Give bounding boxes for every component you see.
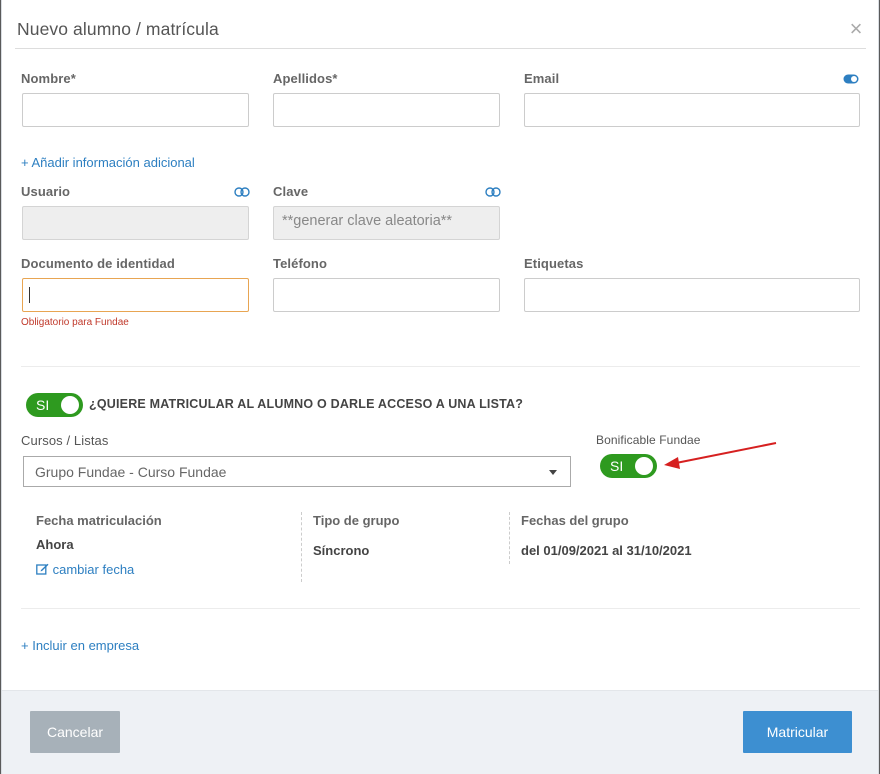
column-divider xyxy=(509,512,510,564)
clave-label: Clave xyxy=(273,184,309,199)
email-label: Email xyxy=(524,71,560,86)
nombre-label: Nombre* xyxy=(21,71,76,86)
apellidos-input[interactable] xyxy=(273,93,500,127)
telefono-input[interactable] xyxy=(273,278,500,312)
apellidos-label: Apellidos* xyxy=(273,71,338,86)
clave-placeholder: **generar clave aleatoria** xyxy=(282,213,453,229)
link-icon[interactable] xyxy=(485,187,501,197)
bonificable-toggle-label: SI xyxy=(610,458,624,474)
red-arrow-icon xyxy=(664,442,777,469)
section-divider xyxy=(21,366,860,367)
fechas-grupo-label: Fechas del grupo xyxy=(521,513,629,528)
documento-input[interactable] xyxy=(22,278,249,312)
incluir-empresa-link[interactable]: + Incluir en empresa xyxy=(21,638,139,653)
fecha-matriculacion-label: Fecha matriculación xyxy=(36,513,162,528)
cursos-select[interactable]: Grupo Fundae - Curso Fundae xyxy=(23,456,571,487)
etiquetas-input[interactable] xyxy=(524,278,860,312)
enroll-toggle[interactable]: SI xyxy=(26,393,83,417)
etiquetas-label: Etiquetas xyxy=(524,256,584,271)
documento-label: Documento de identidad xyxy=(21,256,175,271)
section-divider xyxy=(21,608,860,609)
edit-icon xyxy=(36,563,49,575)
column-divider xyxy=(301,512,302,582)
header-divider xyxy=(15,48,866,49)
enroll-toggle-label: SI xyxy=(36,397,50,413)
cambiar-fecha-link[interactable]: cambiar fecha xyxy=(36,562,134,577)
dialog-header: Nuevo alumno / matrícula × xyxy=(2,0,878,50)
close-icon[interactable]: × xyxy=(845,18,867,40)
toggle-knob xyxy=(635,457,653,475)
usuario-label: Usuario xyxy=(21,184,71,199)
dialog-footer: Cancelar Matricular xyxy=(2,690,878,774)
add-info-link[interactable]: + Añadir información adicional xyxy=(21,155,195,170)
dialog-title: Nuevo alumno / matrícula xyxy=(17,19,219,39)
clave-input[interactable]: **generar clave aleatoria** xyxy=(273,206,500,240)
cancel-button[interactable]: Cancelar xyxy=(30,711,120,753)
fechas-grupo-value: del 01/09/2021 al 31/10/2021 xyxy=(521,543,692,558)
text-caret xyxy=(29,287,30,303)
cursos-selected-value: Grupo Fundae - Curso Fundae xyxy=(35,464,227,480)
bonificable-toggle[interactable]: SI xyxy=(600,454,657,478)
tipo-grupo-label: Tipo de grupo xyxy=(313,513,400,528)
cambiar-fecha-label: cambiar fecha xyxy=(52,562,135,577)
toggle-icon[interactable] xyxy=(843,74,859,84)
telefono-label: Teléfono xyxy=(273,256,327,271)
usuario-input[interactable] xyxy=(22,206,249,240)
documento-hint: Obligatorio para Fundae xyxy=(21,317,129,328)
toggle-knob xyxy=(61,396,79,414)
link-icon[interactable] xyxy=(234,187,250,197)
cursos-label: Cursos / Listas xyxy=(21,433,109,448)
chevron-down-icon xyxy=(549,470,557,475)
email-input[interactable] xyxy=(524,93,860,127)
enrollment-dialog: Nuevo alumno / matrícula × Nombre* Apell… xyxy=(1,0,879,774)
tipo-grupo-value: Síncrono xyxy=(313,543,370,558)
fecha-matriculacion-value: Ahora xyxy=(36,537,74,552)
matricular-button[interactable]: Matricular xyxy=(743,711,852,753)
nombre-input[interactable] xyxy=(22,93,249,127)
enroll-question: ¿QUIERE MATRICULAR AL ALUMNO O DARLE ACC… xyxy=(89,397,524,411)
